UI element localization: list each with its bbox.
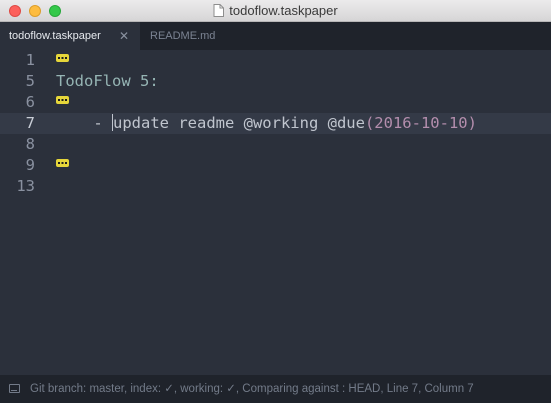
window-title: todoflow.taskpaper — [229, 3, 338, 18]
due-tag: @due — [327, 114, 365, 132]
tab-close-icon[interactable]: ✕ — [119, 22, 129, 50]
title-bar: todoflow.taskpaper — [0, 0, 551, 22]
fold-marker-icon[interactable] — [56, 159, 69, 167]
editor-line-current: 7 - update readme @working @due(2016-10-… — [0, 113, 551, 134]
editor-line: 6 — [0, 92, 551, 113]
fold-marker-icon[interactable] — [56, 96, 69, 104]
line-number: 5 — [25, 72, 35, 90]
status-text: Git branch: master, index: ✓, working: ✓… — [30, 383, 474, 395]
editor-line: 5 TodoFlow 5: — [0, 71, 551, 92]
window-title-container: todoflow.taskpaper — [0, 3, 551, 18]
editor-line: 9 — [0, 155, 551, 176]
editor-line: 13 — [0, 176, 551, 197]
line-number: 1 — [25, 51, 35, 69]
editor-line: 1 — [0, 50, 551, 71]
tab-label: todoflow.taskpaper — [9, 30, 101, 42]
due-date: (2016-10-10) — [364, 114, 477, 132]
project-heading: TodoFlow 5: — [56, 72, 159, 90]
tab-todoflow-taskpaper[interactable]: todoflow.taskpaper ✕ — [0, 22, 140, 50]
editor[interactable]: 1 5 TodoFlow 5: 6 7 - update readme @wor… — [0, 50, 551, 375]
task-text: update readme @working — [113, 114, 328, 132]
document-icon — [213, 4, 225, 17]
line-number: 8 — [25, 135, 35, 153]
tab-label: README.md — [150, 30, 216, 42]
tab-bar: todoflow.taskpaper ✕ README.md — [0, 22, 551, 50]
task-line: - update readme @working @due(2016-10-10… — [56, 113, 477, 134]
status-bar: Git branch: master, index: ✓, working: ✓… — [0, 375, 551, 403]
console-icon[interactable] — [9, 384, 20, 393]
editor-line: 8 — [0, 134, 551, 155]
line-number: 13 — [16, 177, 35, 195]
line-number: 9 — [25, 156, 35, 174]
line-number: 7 — [25, 114, 35, 132]
tab-readme[interactable]: README.md — [142, 22, 282, 50]
line-number: 6 — [25, 93, 35, 111]
fold-marker-icon[interactable] — [56, 54, 69, 62]
task-bullet: - — [56, 114, 112, 132]
